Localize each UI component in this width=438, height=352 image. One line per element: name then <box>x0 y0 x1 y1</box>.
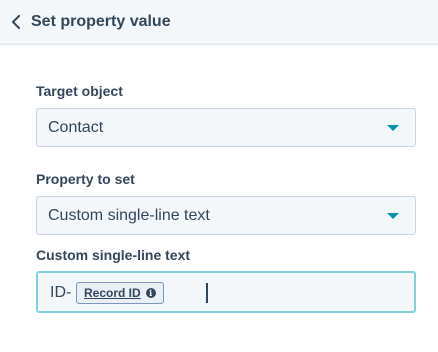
back-button[interactable] <box>6 12 26 32</box>
target-object-select[interactable]: Contact <box>36 108 416 147</box>
property-to-set-label: Property to set <box>36 171 135 187</box>
custom-single-line-text-input[interactable]: ID- Record ID i <box>36 271 416 313</box>
property-to-set-value: Custom single-line text <box>48 207 210 224</box>
property-to-set-select[interactable]: Custom single-line text <box>36 196 416 235</box>
chevron-left-icon <box>12 15 20 29</box>
info-icon[interactable]: i <box>145 288 156 298</box>
caret-down-icon <box>387 213 399 219</box>
panel-header: Set property value <box>0 0 438 45</box>
record-id-token[interactable]: Record ID i <box>76 282 164 304</box>
input-prefix-text: ID- <box>50 284 72 301</box>
text-cursor <box>206 283 208 303</box>
target-object-label: Target object <box>36 83 123 99</box>
target-object-value: Contact <box>48 119 104 136</box>
custom-field-label: Custom single-line text <box>36 247 191 263</box>
caret-down-icon <box>387 125 399 131</box>
token-label: Record ID <box>84 286 141 300</box>
page-title: Set property value <box>31 13 171 30</box>
